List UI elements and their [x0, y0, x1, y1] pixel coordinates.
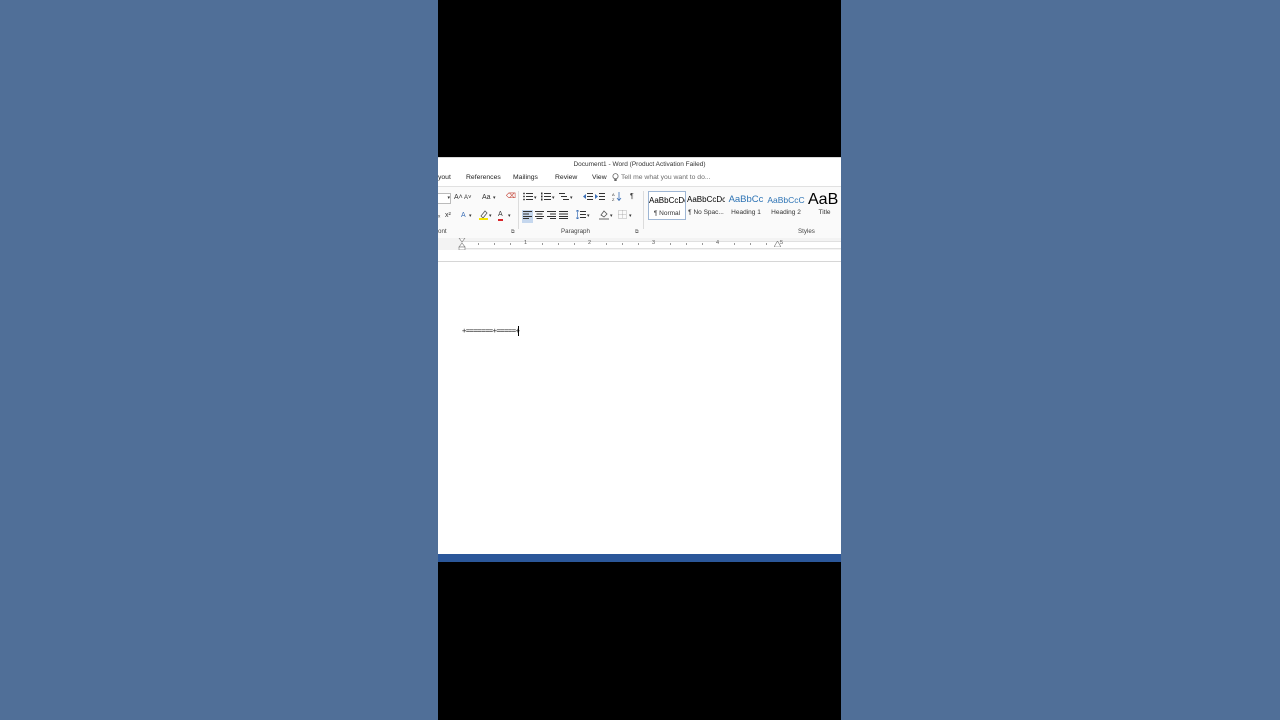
align-center-icon[interactable] [535, 210, 544, 223]
divider [518, 191, 519, 229]
ruler-tick [734, 243, 735, 245]
style-name: ¶ Normal [653, 210, 681, 217]
style-heading-1[interactable]: AaBbCc Heading 1 [727, 191, 765, 220]
sort-icon[interactable]: AZ [612, 192, 622, 205]
style-name: ¶ No Spac... [688, 209, 724, 216]
shrink-font-button[interactable]: A˅ [464, 193, 472, 203]
shading-icon[interactable] [599, 210, 609, 224]
subscript-button[interactable]: ₓ [438, 211, 440, 221]
ruler-mark: 5 [780, 240, 784, 246]
ruler-tick [622, 243, 623, 245]
ruler-tick [574, 243, 575, 245]
ruler-tick [686, 243, 687, 245]
tab-view[interactable]: View [592, 174, 607, 181]
ruler-tick [750, 243, 751, 245]
ruler-tick [702, 243, 703, 245]
video-frame: Document1 - Word (Product Activation Fai… [438, 0, 841, 720]
tab-review[interactable]: Review [555, 174, 577, 181]
ribbon: ▾ A˄ A˅ Aa ▾ ⌫ ₓ x² A ▾ ▾ A ▾ ont ⧉ ▾ ▾ … [438, 186, 841, 239]
tell-me-placeholder: Tell me what you want to do... [621, 174, 711, 181]
svg-text:Z: Z [612, 197, 615, 201]
shading-chevron-icon[interactable]: ▾ [610, 211, 613, 221]
lightbulb-icon [612, 173, 619, 181]
ruler-tick [542, 243, 543, 245]
highlight-chevron-icon[interactable]: ▾ [489, 211, 492, 221]
justify-icon[interactable] [559, 210, 568, 223]
change-case-chevron-icon[interactable]: ▾ [493, 193, 496, 203]
tab-references[interactable]: References [466, 174, 501, 181]
ruler-gap [438, 250, 841, 262]
ruler-tick [558, 243, 559, 245]
tab-layout[interactable]: yout [438, 174, 451, 181]
styles-group-label: Styles [798, 228, 815, 235]
bullets-chevron-icon[interactable]: ▾ [534, 193, 537, 203]
text-effects-chevron-icon[interactable]: ▾ [469, 211, 472, 221]
bullets-icon[interactable] [523, 192, 533, 205]
tab-mailings[interactable]: Mailings [513, 174, 538, 181]
word-window: Document1 - Word (Product Activation Fai… [438, 157, 841, 562]
style-sample: AaBbCcDc [687, 195, 725, 204]
style-sample: AaBbCcC [767, 195, 805, 205]
style-heading-2[interactable]: AaBbCcC Heading 2 [767, 191, 805, 220]
style-name: Title [818, 209, 831, 216]
font-size-dropdown[interactable]: ▾ [438, 193, 451, 204]
document-page[interactable]: +=======+=====+ [438, 262, 841, 554]
borders-icon[interactable] [618, 210, 627, 223]
change-case-button[interactable]: Aa [482, 193, 491, 203]
decrease-indent-icon[interactable] [583, 192, 593, 205]
superscript-button[interactable]: x² [445, 211, 451, 221]
style-no-spacing[interactable]: AaBbCcDc ¶ No Spac... [687, 191, 725, 220]
document-text: +=======+=====+ [462, 326, 520, 335]
font-group-label: ont [438, 228, 447, 235]
divider [643, 191, 644, 229]
ruler-tick [638, 243, 639, 245]
horizontal-ruler[interactable]: 1 2 3 4 5 [438, 238, 841, 250]
borders-chevron-icon[interactable]: ▾ [629, 211, 632, 221]
highlight-icon[interactable] [479, 210, 488, 224]
ruler-tick [670, 243, 671, 245]
window-title: Document1 - Word (Product Activation Fai… [438, 157, 841, 172]
line-spacing-chevron-icon[interactable]: ▾ [587, 211, 590, 221]
show-marks-button[interactable]: ¶ [630, 192, 634, 202]
multilevel-list-icon[interactable] [559, 192, 569, 205]
style-title[interactable]: AaB Title [808, 191, 841, 220]
multilevel-chevron-icon[interactable]: ▾ [570, 193, 573, 203]
ruler-tick [606, 243, 607, 245]
align-right-icon[interactable] [547, 210, 556, 223]
ruler-tick [478, 243, 479, 245]
indent-marker-icon[interactable] [458, 238, 466, 250]
line-spacing-icon[interactable] [575, 209, 586, 223]
grow-font-button[interactable]: A˄ [454, 193, 463, 203]
ruler-mark: 4 [716, 240, 720, 246]
status-bar [438, 554, 841, 562]
style-normal[interactable]: AaBbCcDc ¶ Normal [648, 191, 686, 220]
ruler-tick [510, 243, 511, 245]
style-name: Heading 2 [771, 209, 801, 216]
tell-me-box[interactable]: Tell me what you want to do... [612, 173, 711, 181]
font-color-chevron-icon[interactable]: ▾ [508, 211, 511, 221]
font-dialog-launcher-icon[interactable]: ⧉ [511, 229, 515, 235]
style-sample: AaB [808, 191, 839, 208]
align-left-icon[interactable] [522, 210, 533, 223]
ruler-tick [766, 243, 767, 245]
document-text-line[interactable]: +=======+=====+ [462, 326, 520, 336]
font-color-button[interactable]: A [498, 210, 503, 221]
paragraph-group-label: Paragraph [561, 228, 590, 235]
ribbon-tabs: yout References Mailings Review View Tel… [438, 171, 841, 185]
clear-formatting-icon[interactable]: ⌫ [506, 192, 516, 202]
paragraph-dialog-launcher-icon[interactable]: ⧉ [635, 229, 639, 235]
ruler-mark: 2 [588, 240, 592, 246]
text-effects-button[interactable]: A [461, 211, 466, 221]
ruler-tick [494, 243, 495, 245]
style-name: Heading 1 [731, 209, 761, 216]
text-cursor [518, 326, 520, 336]
ruler-mark: 1 [524, 240, 528, 246]
style-sample: AaBbCc [728, 194, 764, 205]
style-sample: AaBbCcDc [649, 196, 685, 205]
numbering-icon[interactable] [541, 192, 551, 205]
numbering-chevron-icon[interactable]: ▾ [552, 193, 555, 203]
increase-indent-icon[interactable] [595, 192, 605, 205]
ruler-mark: 3 [652, 240, 656, 246]
